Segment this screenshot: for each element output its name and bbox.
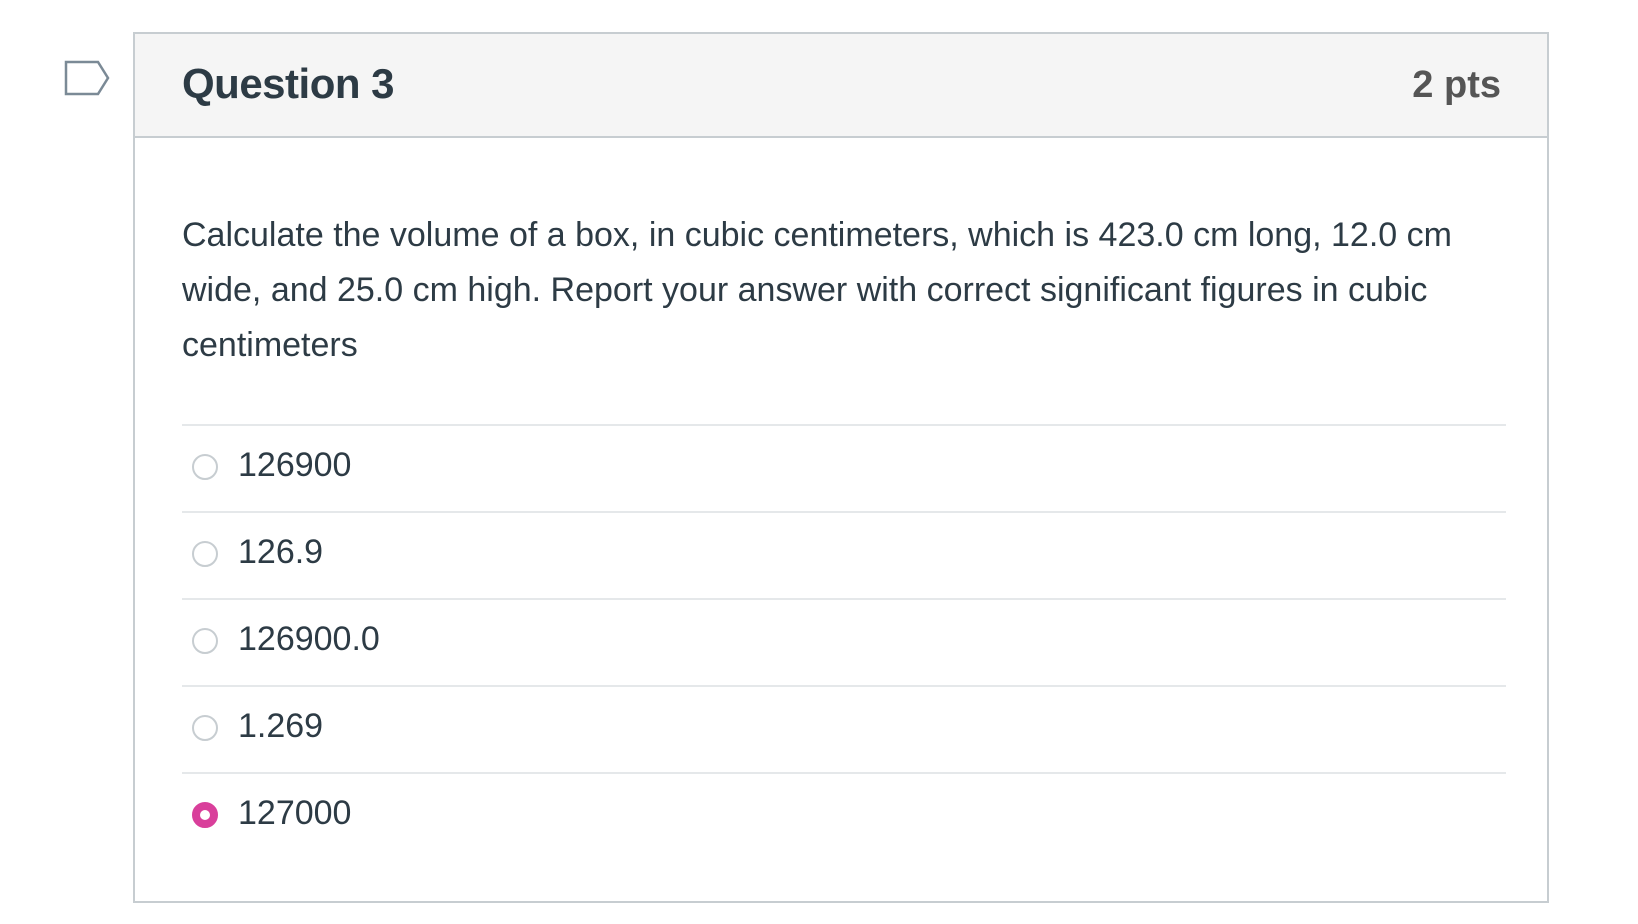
question-title: Question 3 xyxy=(182,60,395,107)
radio-button[interactable] xyxy=(192,715,218,741)
flag-icon[interactable] xyxy=(64,60,114,100)
answer-label: 126.9 xyxy=(238,533,324,571)
answer-option-5[interactable]: 127000 xyxy=(182,774,1506,859)
answer-label: 1.269 xyxy=(238,707,324,745)
radio-button[interactable] xyxy=(192,454,218,480)
answer-option-3[interactable]: 126900.0 xyxy=(182,600,1506,687)
radio-button-selected[interactable] xyxy=(192,802,218,828)
question-text: Calculate the volume of a box, in cubic … xyxy=(182,216,1452,364)
answer-label: 126900 xyxy=(238,446,352,484)
answer-label: 126900.0 xyxy=(238,620,380,658)
question-card: Question 3 2 pts Calculate the volume of… xyxy=(133,32,1549,903)
answer-list: 126900 126.9 126900.0 1.269 127000 xyxy=(182,424,1506,859)
answer-label: 127000 xyxy=(238,794,352,832)
radio-button[interactable] xyxy=(192,541,218,567)
question-points: 2 pts xyxy=(1412,64,1501,106)
answer-option-1[interactable]: 126900 xyxy=(182,426,1506,513)
answer-option-4[interactable]: 1.269 xyxy=(182,687,1506,774)
answer-option-2[interactable]: 126.9 xyxy=(182,513,1506,600)
question-header: Question 3 2 pts xyxy=(135,34,1547,138)
radio-button[interactable] xyxy=(192,628,218,654)
